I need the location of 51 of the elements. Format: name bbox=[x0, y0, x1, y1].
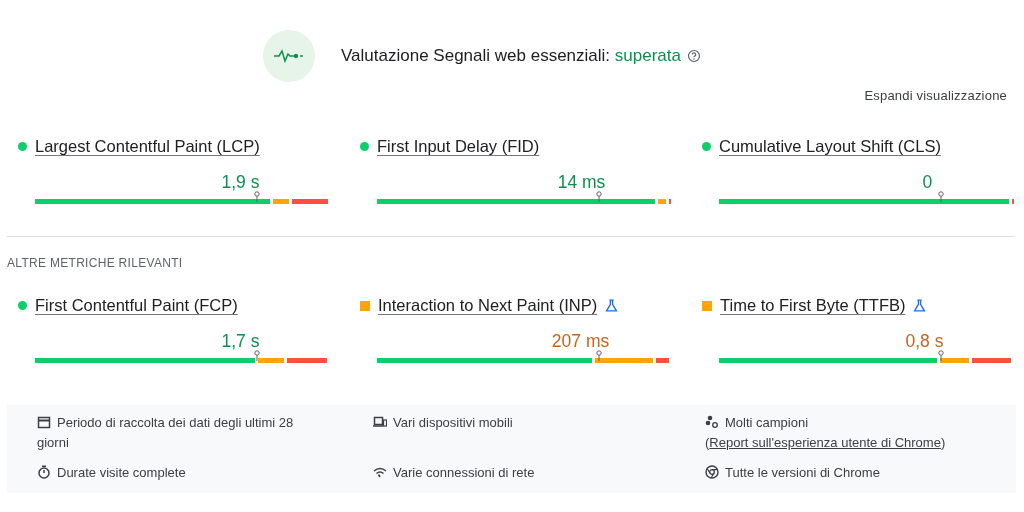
detail-text: Varie connessioni di rete bbox=[373, 463, 643, 483]
range-segment bbox=[272, 199, 289, 204]
range-segment bbox=[939, 358, 969, 363]
metric-link[interactable]: First Input Delay (FID) bbox=[377, 137, 540, 156]
marker-pin bbox=[254, 350, 260, 361]
metric-link[interactable]: Largest Contentful Paint (LCP) bbox=[35, 137, 260, 156]
metric-link[interactable]: First Contentful Paint (FCP) bbox=[35, 296, 238, 315]
range-segment bbox=[291, 199, 329, 204]
timer-icon bbox=[37, 465, 51, 479]
marker-pin bbox=[938, 191, 944, 202]
metric-link[interactable]: Cumulative Layout Shift (CLS) bbox=[719, 137, 941, 156]
range-segment bbox=[594, 358, 653, 363]
marker-pin bbox=[938, 350, 944, 361]
report-link[interactable]: Report sull'esperienza utente di Chrome bbox=[709, 435, 941, 450]
range-segment bbox=[655, 358, 669, 363]
assessment-title: Valutazione Segnali web essenziali: superata bbox=[341, 46, 681, 66]
help-icon[interactable] bbox=[686, 49, 701, 63]
detail-text: Durate visite complete bbox=[37, 463, 307, 483]
status-dot bbox=[18, 301, 27, 310]
status-dot bbox=[360, 142, 369, 151]
status-dot bbox=[702, 142, 711, 151]
metric-value: 0 bbox=[922, 172, 933, 193]
range-segment bbox=[658, 199, 666, 204]
signal-icon bbox=[373, 465, 387, 479]
detail-text: Vari dispositivi mobili bbox=[373, 413, 643, 433]
status-square bbox=[702, 300, 712, 311]
status-dot bbox=[18, 142, 27, 151]
range-segment bbox=[287, 358, 327, 363]
status-square bbox=[360, 300, 370, 311]
browser-icon bbox=[705, 465, 719, 479]
metric-value: 1,7 s bbox=[221, 331, 260, 352]
metric-value: 1,9 s bbox=[221, 172, 260, 193]
marker-pin bbox=[596, 191, 602, 202]
detail-text: Periodo di raccolta dei dati degli ultimi 28 giorni bbox=[37, 414, 295, 452]
calendar-icon bbox=[37, 415, 51, 429]
range-segment bbox=[258, 358, 285, 363]
metric-value: 0,8 s bbox=[905, 331, 944, 352]
detail-text: Molti campioni (Report sull'esperienza utente di Chrome) bbox=[705, 414, 947, 452]
group-icon bbox=[705, 415, 719, 429]
marker-pin bbox=[254, 191, 260, 202]
range-segment bbox=[971, 358, 1011, 363]
metric-link[interactable]: Interaction to Next Paint (INP) bbox=[378, 296, 598, 315]
metric-link[interactable]: Time to First Byte (TTFB) bbox=[720, 296, 906, 315]
metric-value: 207 ms bbox=[551, 331, 610, 352]
marker-pin bbox=[596, 350, 602, 361]
metric-value: 14 ms bbox=[557, 172, 606, 193]
devices-icon bbox=[373, 415, 387, 429]
section-title: ALTRE METRICHE RILEVANTI bbox=[7, 256, 183, 270]
expand-link[interactable]: Espandi visualizzazione bbox=[864, 88, 1007, 103]
range-segment bbox=[668, 199, 671, 204]
detail-text: Tutte le versioni di Chrome bbox=[705, 463, 1005, 483]
